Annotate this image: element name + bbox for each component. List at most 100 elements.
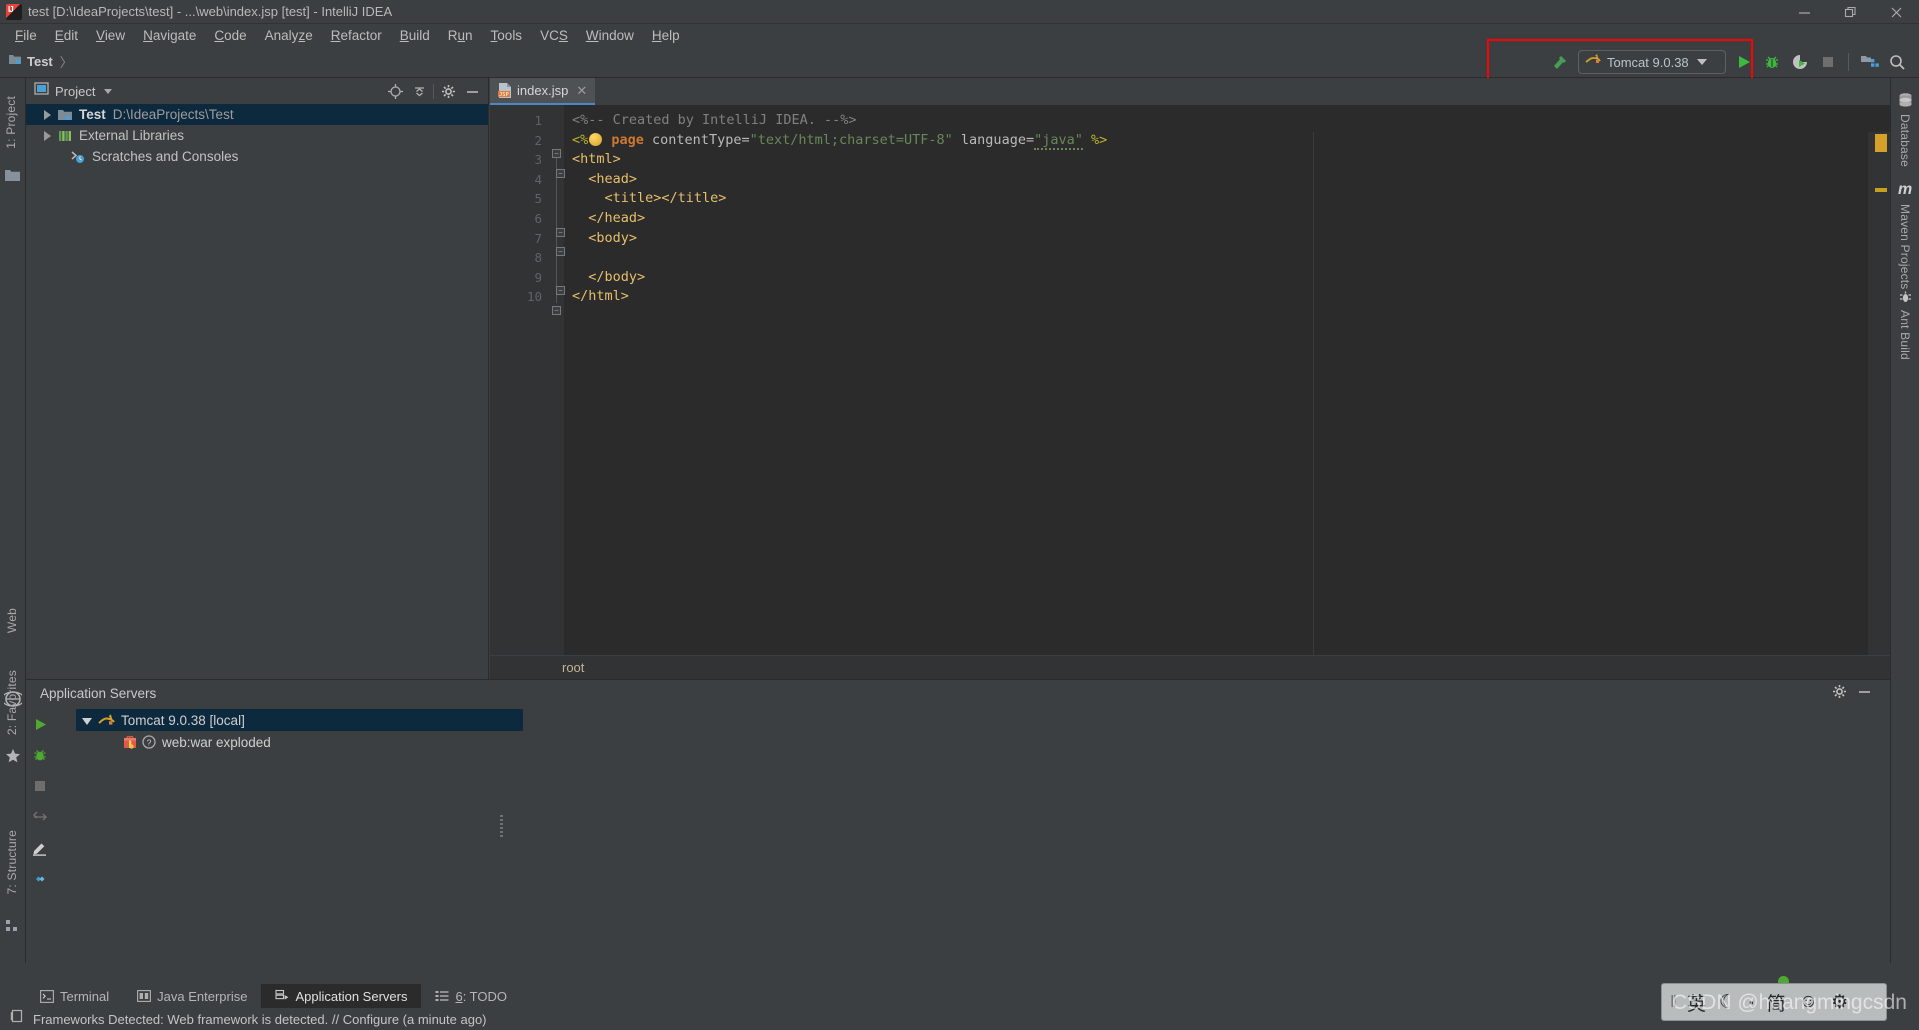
line-number: 3 [534, 152, 542, 168]
status-message[interactable]: Frameworks Detected: Web framework is de… [33, 1012, 487, 1027]
stop-button[interactable] [1814, 48, 1842, 76]
chevron-right-icon[interactable] [44, 109, 51, 120]
sidebar-tab-ant-build[interactable]: Ant Build [1898, 310, 1912, 360]
line-number: 6 [534, 210, 542, 226]
menu-window[interactable]: Window [577, 26, 643, 45]
run-configuration-label: Tomcat 9.0.38 [1607, 54, 1689, 70]
close-icon[interactable] [1873, 0, 1919, 24]
sidebar-tab-favorites[interactable]: 2: Favorites [5, 670, 19, 735]
chevron-down-icon[interactable] [1696, 59, 1707, 65]
search-everywhere-button[interactable] [1883, 48, 1911, 76]
svg-text:?: ? [147, 737, 152, 747]
tab-java-enterprise[interactable]: Java Enterprise [123, 984, 261, 1008]
menu-navigate[interactable]: Navigate [134, 26, 205, 45]
favorites-star-icon [5, 748, 21, 769]
code-folding-gutter[interactable]: − − − − − − [550, 105, 565, 679]
menu-vcs[interactable]: VCS [531, 26, 577, 45]
module-folder-icon [8, 52, 22, 71]
menu-edit[interactable]: Edit [46, 26, 87, 45]
stop-square-icon[interactable] [31, 777, 49, 795]
menu-view[interactable]: View [87, 26, 134, 45]
error-stripe-gutter[interactable] [1868, 132, 1890, 679]
collapse-all-icon[interactable] [409, 81, 429, 101]
menu-analyze[interactable]: Analyze [256, 26, 322, 45]
project-panel-header: Project [26, 78, 488, 104]
menu-refactor[interactable]: Refactor [322, 26, 391, 45]
application-servers-tool-window: Application Servers Tomcat 9.0.38 [local… [26, 679, 1890, 984]
chevron-down-icon[interactable] [82, 718, 92, 725]
code-text[interactable]: <%-- Created by IntelliJ IDEA. --%> <% p… [564, 105, 1890, 679]
fold-marker-html-end[interactable]: − [552, 306, 561, 315]
jsp-file-icon: JSP [498, 83, 512, 98]
line-number: 5 [534, 191, 542, 207]
panel-splitter-handle[interactable] [500, 813, 506, 837]
left-tool-rail: 1: Project Web 2: Favorites 7: Structure [0, 78, 26, 963]
application-servers-title: Application Servers [40, 686, 157, 701]
breadcrumb-root[interactable]: root [562, 660, 584, 675]
tab-application-servers[interactable]: Application Servers [261, 984, 422, 1008]
database-icon [1897, 92, 1914, 114]
tomcat-cat-icon [98, 713, 115, 728]
sidebar-tab-web[interactable]: Web [5, 608, 19, 633]
server-tree-item-tomcat[interactable]: Tomcat 9.0.38 [local] [76, 709, 523, 731]
toolbar-separator [1848, 53, 1849, 71]
build-hammer-icon[interactable] [1546, 48, 1574, 76]
sidebar-tab-structure[interactable]: 7: Structure [5, 830, 19, 894]
restore-icon[interactable] [1827, 0, 1873, 24]
editor-tab-index-jsp[interactable]: JSP index.jsp ✕ [490, 78, 596, 105]
code-line-9: </body> [572, 268, 646, 285]
project-folder-icon [4, 168, 21, 187]
line-number: 10 [526, 289, 542, 305]
line-number: 8 [534, 250, 542, 266]
menu-run[interactable]: Run [439, 26, 482, 45]
server-tree-item-artifact[interactable]: ? web:war exploded [76, 731, 1890, 753]
code-line-3: <html> [572, 151, 621, 168]
sidebar-tab-project[interactable]: 1: Project [4, 96, 18, 149]
gear-icon[interactable] [1832, 684, 1847, 704]
deploy-diamond-icon[interactable] [31, 870, 49, 888]
tree-item-scratches-consoles[interactable]: Scratches and Consoles [26, 146, 488, 167]
sidebar-tab-maven-projects[interactable]: Maven Projects [1898, 204, 1912, 290]
menu-build[interactable]: Build [391, 26, 439, 45]
tree-item-test-module[interactable]: Test D:\IdeaProjects\Test [26, 104, 488, 125]
application-servers-icon [275, 989, 289, 1003]
debug-bug-icon[interactable] [31, 746, 49, 764]
code-line-2: <% page contentType="text/html;charset=U… [572, 131, 1108, 150]
minimize-icon[interactable] [1781, 0, 1827, 24]
menu-tools[interactable]: Tools [482, 26, 532, 45]
project-structure-button[interactable] [1855, 48, 1883, 76]
tree-item-external-libraries[interactable]: External Libraries [26, 125, 488, 146]
run-button[interactable] [1730, 48, 1758, 76]
chevron-down-icon[interactable] [104, 88, 113, 94]
coverage-button[interactable] [1786, 48, 1814, 76]
close-icon[interactable]: ✕ [576, 83, 587, 99]
tab-application-servers-label: Application Servers [295, 988, 408, 1004]
menu-help[interactable]: Help [643, 26, 689, 45]
gear-icon[interactable] [438, 81, 458, 101]
code-editor[interactable]: 1 2 3 4 5 6 7 8 9 10 − − − − − − <%-- Cr… [490, 105, 1890, 679]
warning-marker[interactable] [1875, 134, 1887, 152]
debug-button[interactable] [1758, 48, 1786, 76]
line-number-gutter: 1 2 3 4 5 6 7 8 9 10 [490, 105, 550, 679]
fold-marker-html[interactable]: − [552, 149, 561, 158]
sidebar-tab-database[interactable]: Database [1898, 114, 1912, 167]
run-play-icon[interactable] [31, 715, 49, 733]
warning-marker[interactable] [1875, 188, 1887, 192]
tab-todo[interactable]: 6: TODO [421, 984, 521, 1008]
edit-pencil-icon[interactable] [31, 839, 49, 857]
code-line-4: <head> [572, 170, 638, 187]
chevron-right-icon[interactable] [44, 130, 51, 141]
run-configuration-selector[interactable]: Tomcat 9.0.38 [1578, 50, 1726, 74]
rerun-icon[interactable] [31, 808, 49, 826]
hide-minimize-icon[interactable] [1857, 684, 1872, 704]
scroll-from-source-icon[interactable] [385, 81, 405, 101]
right-tool-rail: Database m Maven Projects Ant Build [1890, 78, 1919, 963]
event-log-icon[interactable] [10, 1009, 25, 1029]
tab-terminal[interactable]: Terminal [26, 984, 123, 1008]
menu-code[interactable]: Code [205, 26, 255, 45]
breadcrumb[interactable]: Test 〉 [8, 52, 73, 71]
menu-file[interactable]: File [6, 26, 46, 45]
intention-bulb-icon[interactable] [589, 132, 603, 146]
hide-minimize-icon[interactable] [462, 81, 482, 101]
